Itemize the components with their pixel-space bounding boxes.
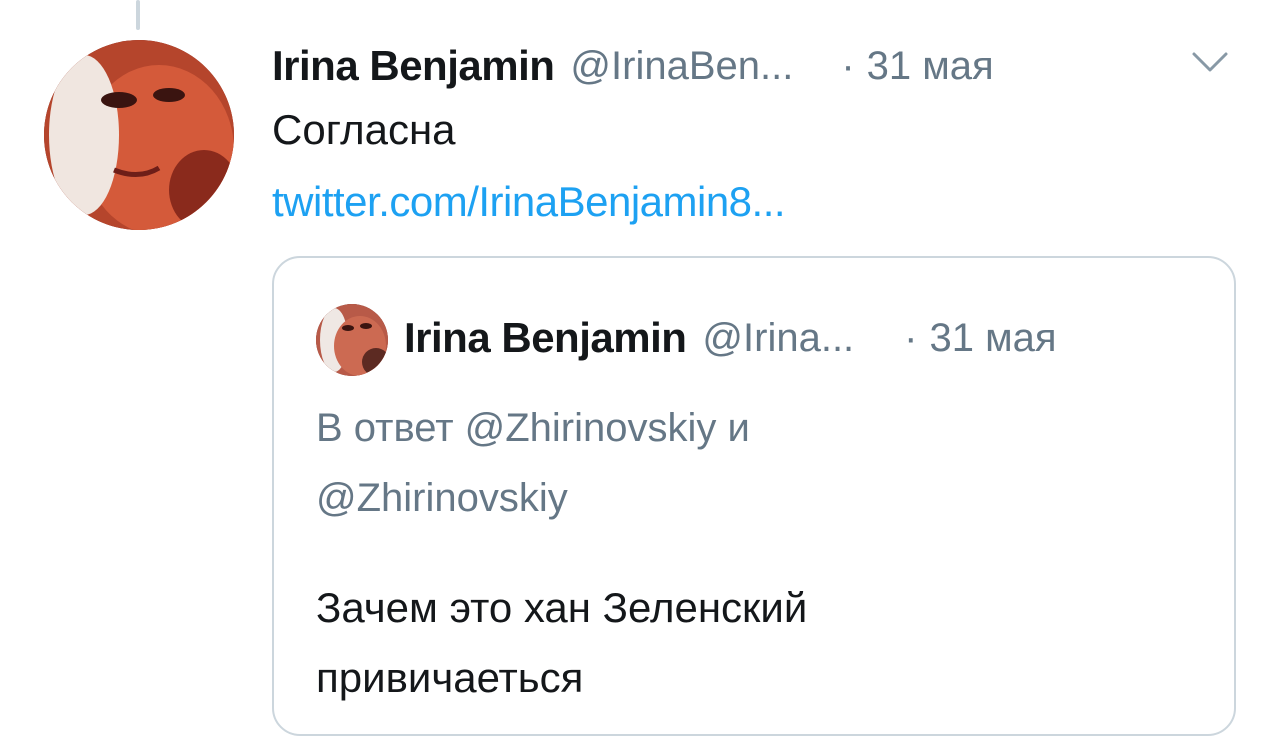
reply-to-line-1: В ответ @Zhirinovskiy и xyxy=(316,406,750,450)
tweet-text: Согласна xyxy=(272,106,456,153)
reply-to-line-2: @Zhirinovskiy xyxy=(316,476,568,520)
quoted-author-handle: @Irina... xyxy=(702,315,855,360)
author-name[interactable]: Irina Benjamin xyxy=(272,42,555,90)
author-avatar[interactable] xyxy=(44,40,234,230)
quoted-tweet-text-line-1: Зачем это хан Зеленский xyxy=(316,584,808,631)
quoted-author-avatar xyxy=(316,304,388,376)
quoted-tweet-date: 31 мая xyxy=(929,315,1057,360)
quoted-tweet-header: Irina Benjamin @Irina... · 31 мая xyxy=(404,308,1224,368)
chevron-down-icon[interactable] xyxy=(1190,48,1230,78)
tweet-header: Irina Benjamin @IrinaBen... · 31 мая xyxy=(272,38,1232,94)
tweet-date[interactable]: 31 мая xyxy=(867,44,994,89)
quoted-avatar-image xyxy=(316,304,388,376)
thread-connector-line xyxy=(136,0,140,30)
quoted-author-name: Irina Benjamin xyxy=(404,314,687,361)
quoted-tweet-text-line-2: привичаеться xyxy=(316,654,584,701)
tweet-link[interactable]: twitter.com/IrinaBenjamin8... xyxy=(272,178,786,226)
quoted-separator-dot: · xyxy=(904,315,918,360)
quoted-tweet-card[interactable]: Irina Benjamin @Irina... · 31 мая В отве… xyxy=(272,256,1236,736)
avatar-image xyxy=(44,40,234,230)
author-handle[interactable]: @IrinaBen... xyxy=(570,44,793,89)
separator-dot: · xyxy=(841,43,855,88)
